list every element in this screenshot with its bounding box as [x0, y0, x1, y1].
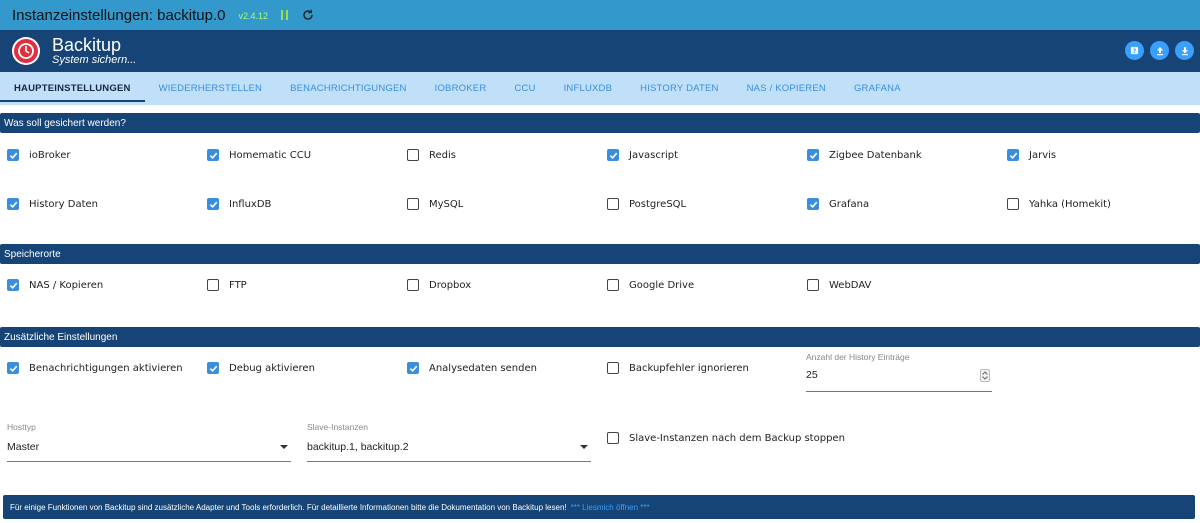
checkbox-yahka-homekit[interactable]: Yahka (Homekit): [1007, 198, 1111, 210]
check-icon: [1009, 152, 1017, 159]
checkbox-box: [7, 362, 19, 374]
checkbox-box: [607, 362, 619, 374]
slave-instanzen-label: Slave-Instanzen: [307, 422, 368, 432]
checkbox-box: [7, 149, 19, 161]
check-icon: [209, 201, 217, 208]
history-entries-field[interactable]: Anzahl der History Einträge 25: [806, 352, 992, 394]
slave-instanzen-select[interactable]: Slave-Instanzen backitup.1, backitup.2: [307, 422, 591, 464]
check-icon: [809, 152, 817, 159]
hosttyp-select[interactable]: Hosttyp Master: [7, 422, 291, 464]
check-icon: [809, 201, 817, 208]
svg-text:?: ?: [1133, 48, 1137, 55]
number-spinner-icon[interactable]: [980, 369, 990, 382]
checkbox-mysql[interactable]: MySQL: [407, 198, 463, 210]
app-subtitle: System sichern...: [52, 53, 137, 66]
checkbox-box: [7, 198, 19, 210]
checkbox-box: [407, 279, 419, 291]
instance-titlebar: Instanzeinstellungen: backitup.0 v2.4.12: [0, 0, 1200, 30]
instance-title: Instanzeinstellungen: backitup.0: [12, 6, 226, 24]
section-header-extra: Zusätzliche Einstellungen: [0, 327, 1200, 347]
check-icon: [9, 365, 17, 372]
app-name: Backitup: [52, 34, 122, 55]
history-entries-input[interactable]: 25: [806, 369, 818, 381]
check-icon: [9, 152, 17, 159]
tab-haupteinstellungen[interactable]: HAUPTEINSTELLUNGEN: [0, 72, 145, 105]
check-icon: [209, 365, 217, 372]
version-badge: v2.4.12: [238, 11, 269, 21]
reload-icon[interactable]: [301, 8, 315, 22]
hosttyp-value: Master: [7, 441, 40, 453]
checkbox-ftp[interactable]: FTP: [207, 279, 247, 291]
checkbox-webdav[interactable]: WebDAV: [807, 279, 871, 291]
section-header-storage: Speicherorte: [0, 244, 1200, 264]
checkbox-box: [807, 279, 819, 291]
checkbox-benachrichtigungen-aktivieren[interactable]: Benachrichtigungen aktivieren: [7, 362, 183, 374]
checkbox-slave-instanzen-stoppen[interactable]: Slave-Instanzen nach dem Backup stoppen: [607, 432, 845, 444]
app-header: Backitup System sichern... ?: [0, 30, 1200, 72]
checkbox-box: [607, 149, 619, 161]
slave-instanzen-value: backitup.1, backitup.2: [307, 441, 409, 453]
check-icon: [609, 152, 617, 159]
check-icon: [9, 282, 17, 289]
tab-bar: HAUPTEINSTELLUNGEN WIEDERHERSTELLEN BENA…: [0, 72, 1200, 105]
readme-link[interactable]: *** Liesmich öffnen ***: [571, 503, 650, 512]
history-entries-label: Anzahl der History Einträge: [806, 352, 910, 362]
check-icon: [9, 201, 17, 208]
checkbox-postgresql[interactable]: PostgreSQL: [607, 198, 686, 210]
chevron-down-icon: [580, 445, 588, 449]
checkbox-google-drive[interactable]: Google Drive: [607, 279, 694, 291]
checkbox-history-daten[interactable]: History Daten: [7, 198, 98, 210]
backitup-logo: [12, 37, 40, 65]
help-button[interactable]: ?: [1125, 41, 1144, 60]
checkbox-box: [407, 198, 419, 210]
tab-iobroker[interactable]: IOBROKER: [421, 72, 501, 105]
upload-button[interactable]: [1150, 41, 1169, 60]
checkbox-box: [407, 149, 419, 161]
info-footer: Für einige Funktionen von Backitup sind …: [3, 495, 1195, 519]
download-button[interactable]: [1175, 41, 1194, 60]
checkbox-jarvis[interactable]: Jarvis: [1007, 149, 1056, 161]
tab-history-daten[interactable]: HISTORY DATEN: [626, 72, 732, 105]
checkbox-nas-kopieren[interactable]: NAS / Kopieren: [7, 279, 103, 291]
checkbox-box: [807, 149, 819, 161]
checkbox-redis[interactable]: Redis: [407, 149, 456, 161]
check-icon: [409, 365, 417, 372]
checkbox-influxdb[interactable]: InfluxDB: [207, 198, 271, 210]
tab-influxdb[interactable]: INFLUXDB: [550, 72, 627, 105]
check-icon: [209, 152, 217, 159]
checkbox-debug-aktivieren[interactable]: Debug aktivieren: [207, 362, 315, 374]
tab-nas-kopieren[interactable]: NAS / KOPIEREN: [733, 72, 840, 105]
checkbox-box: [407, 362, 419, 374]
checkbox-homematic-ccu[interactable]: Homematic CCU: [207, 149, 311, 161]
checkbox-box: [207, 198, 219, 210]
checkbox-zigbee-datenbank[interactable]: Zigbee Datenbank: [807, 149, 922, 161]
tab-wiederherstellen[interactable]: WIEDERHERSTELLEN: [145, 72, 277, 105]
checkbox-box: [607, 279, 619, 291]
checkbox-box: [1007, 198, 1019, 210]
checkbox-box: [607, 432, 619, 444]
checkbox-backupfehler-ignorieren[interactable]: Backupfehler ignorieren: [607, 362, 749, 374]
tab-benachrichtigungen[interactable]: BENACHRICHTIGUNGEN: [276, 72, 421, 105]
checkbox-box: [207, 279, 219, 291]
section-header-backup: Was soll gesichert werden?: [0, 113, 1200, 133]
checkbox-box: [1007, 149, 1019, 161]
checkbox-dropbox[interactable]: Dropbox: [407, 279, 471, 291]
chevron-down-icon: [280, 445, 288, 449]
pause-icon[interactable]: [281, 9, 289, 21]
checkbox-iobroker[interactable]: ioBroker: [7, 149, 70, 161]
info-text: Für einige Funktionen von Backitup sind …: [10, 502, 567, 512]
checkbox-javascript[interactable]: Javascript: [607, 149, 678, 161]
checkbox-box: [207, 362, 219, 374]
checkbox-analysedaten-senden[interactable]: Analysedaten senden: [407, 362, 537, 374]
tab-ccu[interactable]: CCU: [500, 72, 549, 105]
checkbox-box: [207, 149, 219, 161]
tab-grafana[interactable]: GRAFANA: [840, 72, 915, 105]
hosttyp-label: Hosttyp: [7, 422, 36, 432]
checkbox-box: [807, 198, 819, 210]
checkbox-box: [607, 198, 619, 210]
checkbox-box: [7, 279, 19, 291]
checkbox-grafana[interactable]: Grafana: [807, 198, 869, 210]
